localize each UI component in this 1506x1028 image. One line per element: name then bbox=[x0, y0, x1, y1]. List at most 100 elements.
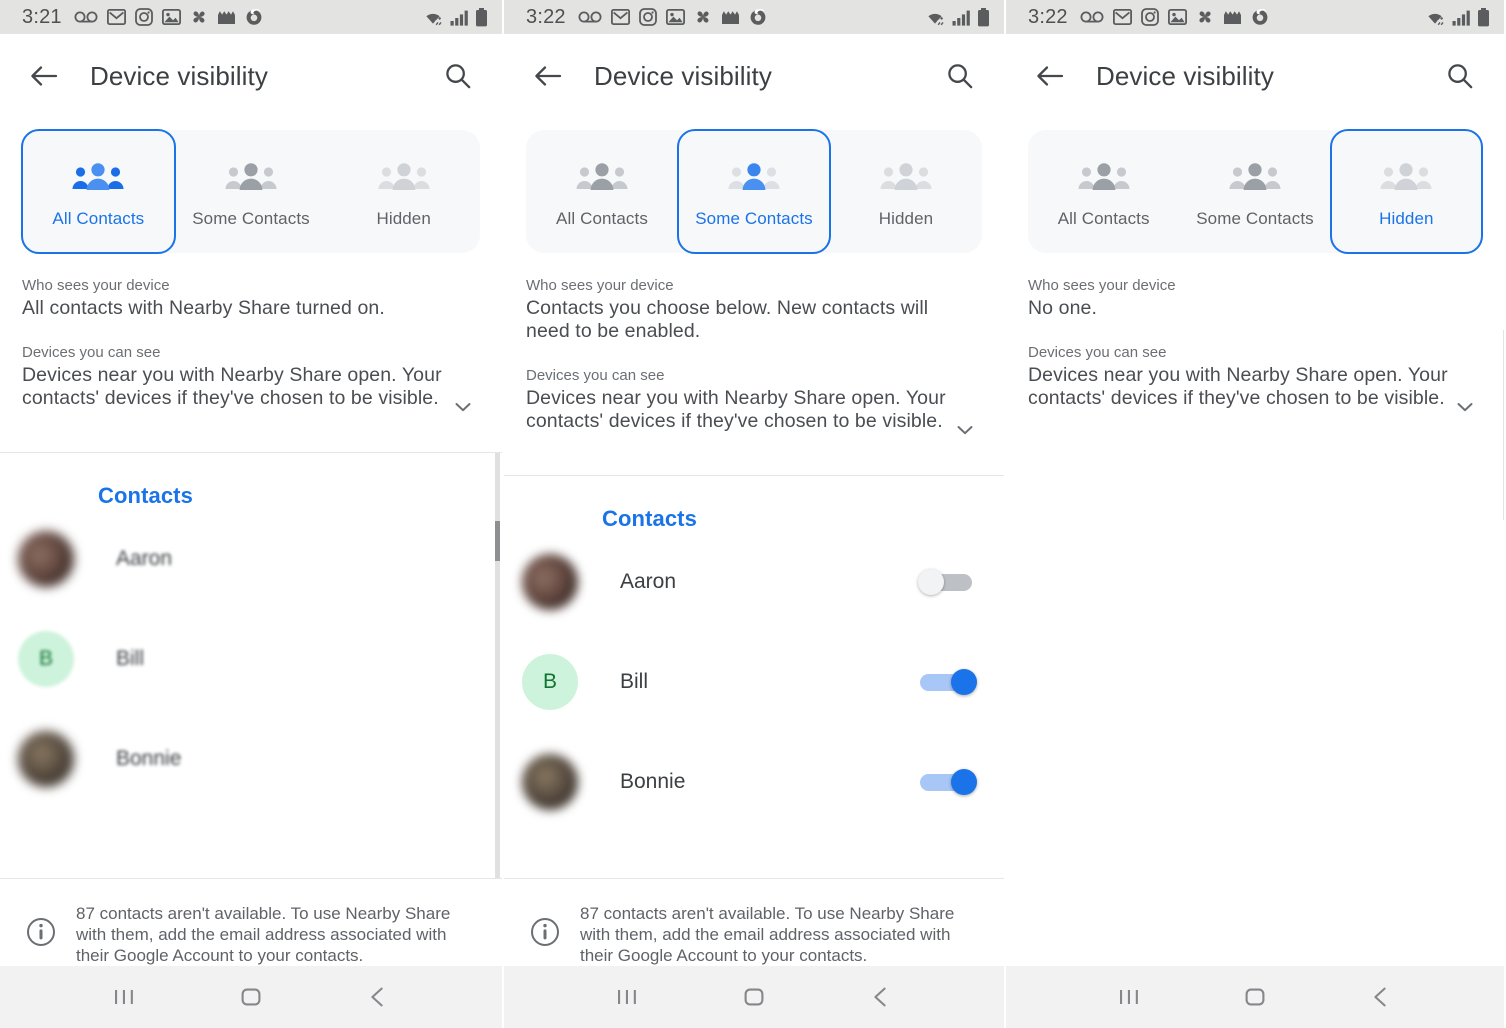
status-system-icons bbox=[421, 7, 488, 27]
device-visibility-screen-1: 3:21 Device visibility All Contacts Some Co… bbox=[0, 0, 502, 1028]
people-group-icon bbox=[1379, 155, 1433, 201]
segment-label: All Contacts bbox=[556, 208, 648, 228]
search-icon[interactable] bbox=[940, 56, 980, 96]
contact-visibility-toggle[interactable] bbox=[918, 769, 978, 795]
photos-icon bbox=[1167, 9, 1187, 25]
description-body: All contacts with Nearby Share turned on… bbox=[22, 297, 385, 319]
contact-row[interactable]: Bonnie bbox=[0, 709, 502, 809]
segment-some-contacts[interactable]: Some Contacts bbox=[677, 129, 831, 254]
chevron-down-icon[interactable] bbox=[1454, 396, 1476, 418]
description-group-devices-you-see: Devices you can see Devices near you with… bbox=[526, 365, 982, 433]
battery-icon bbox=[475, 7, 488, 27]
contact-visibility-toggle[interactable] bbox=[918, 569, 978, 595]
segment-hidden[interactable]: Hidden bbox=[829, 129, 983, 254]
segment-label: All Contacts bbox=[1057, 208, 1150, 228]
system-navigation-bar bbox=[1006, 966, 1504, 1028]
firefox-icon bbox=[749, 8, 767, 26]
contacts-list[interactable]: Contacts Aaron B Bill Bonnie bbox=[504, 476, 1004, 878]
status-time: 3:22 bbox=[1028, 5, 1068, 28]
gmail-icon bbox=[610, 9, 630, 25]
description-group-who-sees: Who sees your device No one. bbox=[1028, 275, 1482, 320]
recents-button[interactable] bbox=[101, 974, 147, 1020]
segment-some-contacts[interactable]: Some Contacts bbox=[174, 129, 329, 254]
description-body: Contacts you choose below. New contacts … bbox=[526, 297, 929, 342]
people-group-icon bbox=[879, 155, 933, 201]
description-body: Devices near you with Nearby Share open.… bbox=[22, 364, 442, 409]
description-body: Devices near you with Nearby Share open.… bbox=[526, 387, 946, 432]
description-body: Devices near you with Nearby Share open.… bbox=[1028, 364, 1448, 409]
voicemail-icon bbox=[74, 10, 98, 24]
battery-icon bbox=[1477, 7, 1490, 27]
recents-button[interactable] bbox=[604, 974, 650, 1020]
contact-row[interactable]: Bonnie bbox=[504, 732, 1004, 832]
clapper-icon bbox=[1223, 10, 1242, 25]
recents-button[interactable] bbox=[1106, 974, 1152, 1020]
segment-all-contacts[interactable]: All Contacts bbox=[21, 129, 176, 254]
contact-row[interactable]: Aaron bbox=[504, 532, 1004, 632]
avatar: B bbox=[18, 631, 74, 687]
contacts-list[interactable]: Contacts Aaron B Bill Bonnie bbox=[0, 453, 502, 878]
pinwheel-icon bbox=[694, 8, 712, 26]
signal-icon bbox=[952, 9, 972, 26]
description-heading: Who sees your device bbox=[22, 277, 170, 294]
info-icon bbox=[530, 917, 560, 952]
home-button[interactable] bbox=[731, 974, 777, 1020]
contact-visibility-toggle[interactable] bbox=[918, 669, 978, 695]
description-heading: Who sees your device bbox=[1028, 277, 1176, 294]
people-group-icon bbox=[1228, 155, 1282, 201]
segment-hidden[interactable]: Hidden bbox=[326, 129, 481, 254]
voicemail-icon bbox=[1080, 10, 1104, 24]
gmail-icon bbox=[1112, 9, 1132, 25]
segment-all-contacts[interactable]: All Contacts bbox=[1027, 129, 1180, 254]
home-button[interactable] bbox=[228, 974, 274, 1020]
app-bar: Device visibility bbox=[0, 34, 502, 118]
scrollbar[interactable] bbox=[493, 453, 502, 878]
status-bar: 3:22 bbox=[1006, 0, 1504, 34]
status-time: 3:22 bbox=[526, 5, 566, 28]
search-icon[interactable] bbox=[438, 56, 478, 96]
visibility-description: Who sees your device No one. Devices you c… bbox=[1006, 253, 1504, 432]
search-icon[interactable] bbox=[1440, 56, 1480, 96]
page-title: Device visibility bbox=[90, 60, 268, 91]
status-notification-icons bbox=[578, 8, 767, 26]
segment-label: Hidden bbox=[1379, 208, 1434, 228]
chevron-down-icon[interactable] bbox=[452, 396, 474, 418]
contact-name: Bill bbox=[116, 647, 145, 670]
people-group-icon bbox=[377, 155, 431, 201]
status-system-icons bbox=[1423, 7, 1490, 27]
description-body: No one. bbox=[1028, 297, 1097, 319]
back-button[interactable] bbox=[1358, 974, 1404, 1020]
wifi-icon bbox=[421, 8, 445, 26]
description-heading: Who sees your device bbox=[526, 277, 674, 294]
contact-name: Bill bbox=[620, 670, 649, 693]
contact-name: Aaron bbox=[620, 570, 677, 593]
contact-row[interactable]: B Bill bbox=[504, 632, 1004, 732]
system-navigation-bar bbox=[504, 966, 1004, 1028]
empty-content-area bbox=[1006, 330, 1504, 966]
avatar bbox=[18, 731, 74, 787]
signal-icon bbox=[450, 9, 470, 26]
battery-icon bbox=[977, 7, 990, 27]
segment-label: Hidden bbox=[878, 208, 934, 228]
segment-all-contacts[interactable]: All Contacts bbox=[525, 129, 679, 254]
firefox-icon bbox=[1251, 8, 1269, 26]
description-group-devices-you-see: Devices you can see Devices near you with… bbox=[22, 342, 480, 410]
chevron-down-icon[interactable] bbox=[954, 419, 976, 441]
description-group-who-sees: Who sees your device All contacts with Ne… bbox=[22, 275, 480, 320]
back-arrow-icon[interactable] bbox=[24, 56, 64, 96]
status-notification-icons bbox=[1080, 8, 1269, 26]
device-visibility-screen-2: 3:22 Device visibility All Contacts Some Co… bbox=[504, 0, 1004, 1028]
back-button[interactable] bbox=[858, 974, 904, 1020]
contact-row[interactable]: Aaron bbox=[0, 509, 502, 609]
segment-hidden[interactable]: Hidden bbox=[1329, 129, 1483, 254]
back-arrow-icon[interactable] bbox=[528, 56, 568, 96]
avatar: B bbox=[522, 654, 578, 710]
contact-row[interactable]: B Bill bbox=[0, 609, 502, 709]
people-group-icon bbox=[224, 155, 278, 201]
back-button[interactable] bbox=[355, 974, 401, 1020]
back-arrow-icon[interactable] bbox=[1030, 56, 1070, 96]
segment-some-contacts[interactable]: Some Contacts bbox=[1178, 129, 1331, 254]
people-group-icon bbox=[575, 155, 629, 201]
people-group-icon bbox=[71, 155, 125, 201]
home-button[interactable] bbox=[1232, 974, 1278, 1020]
